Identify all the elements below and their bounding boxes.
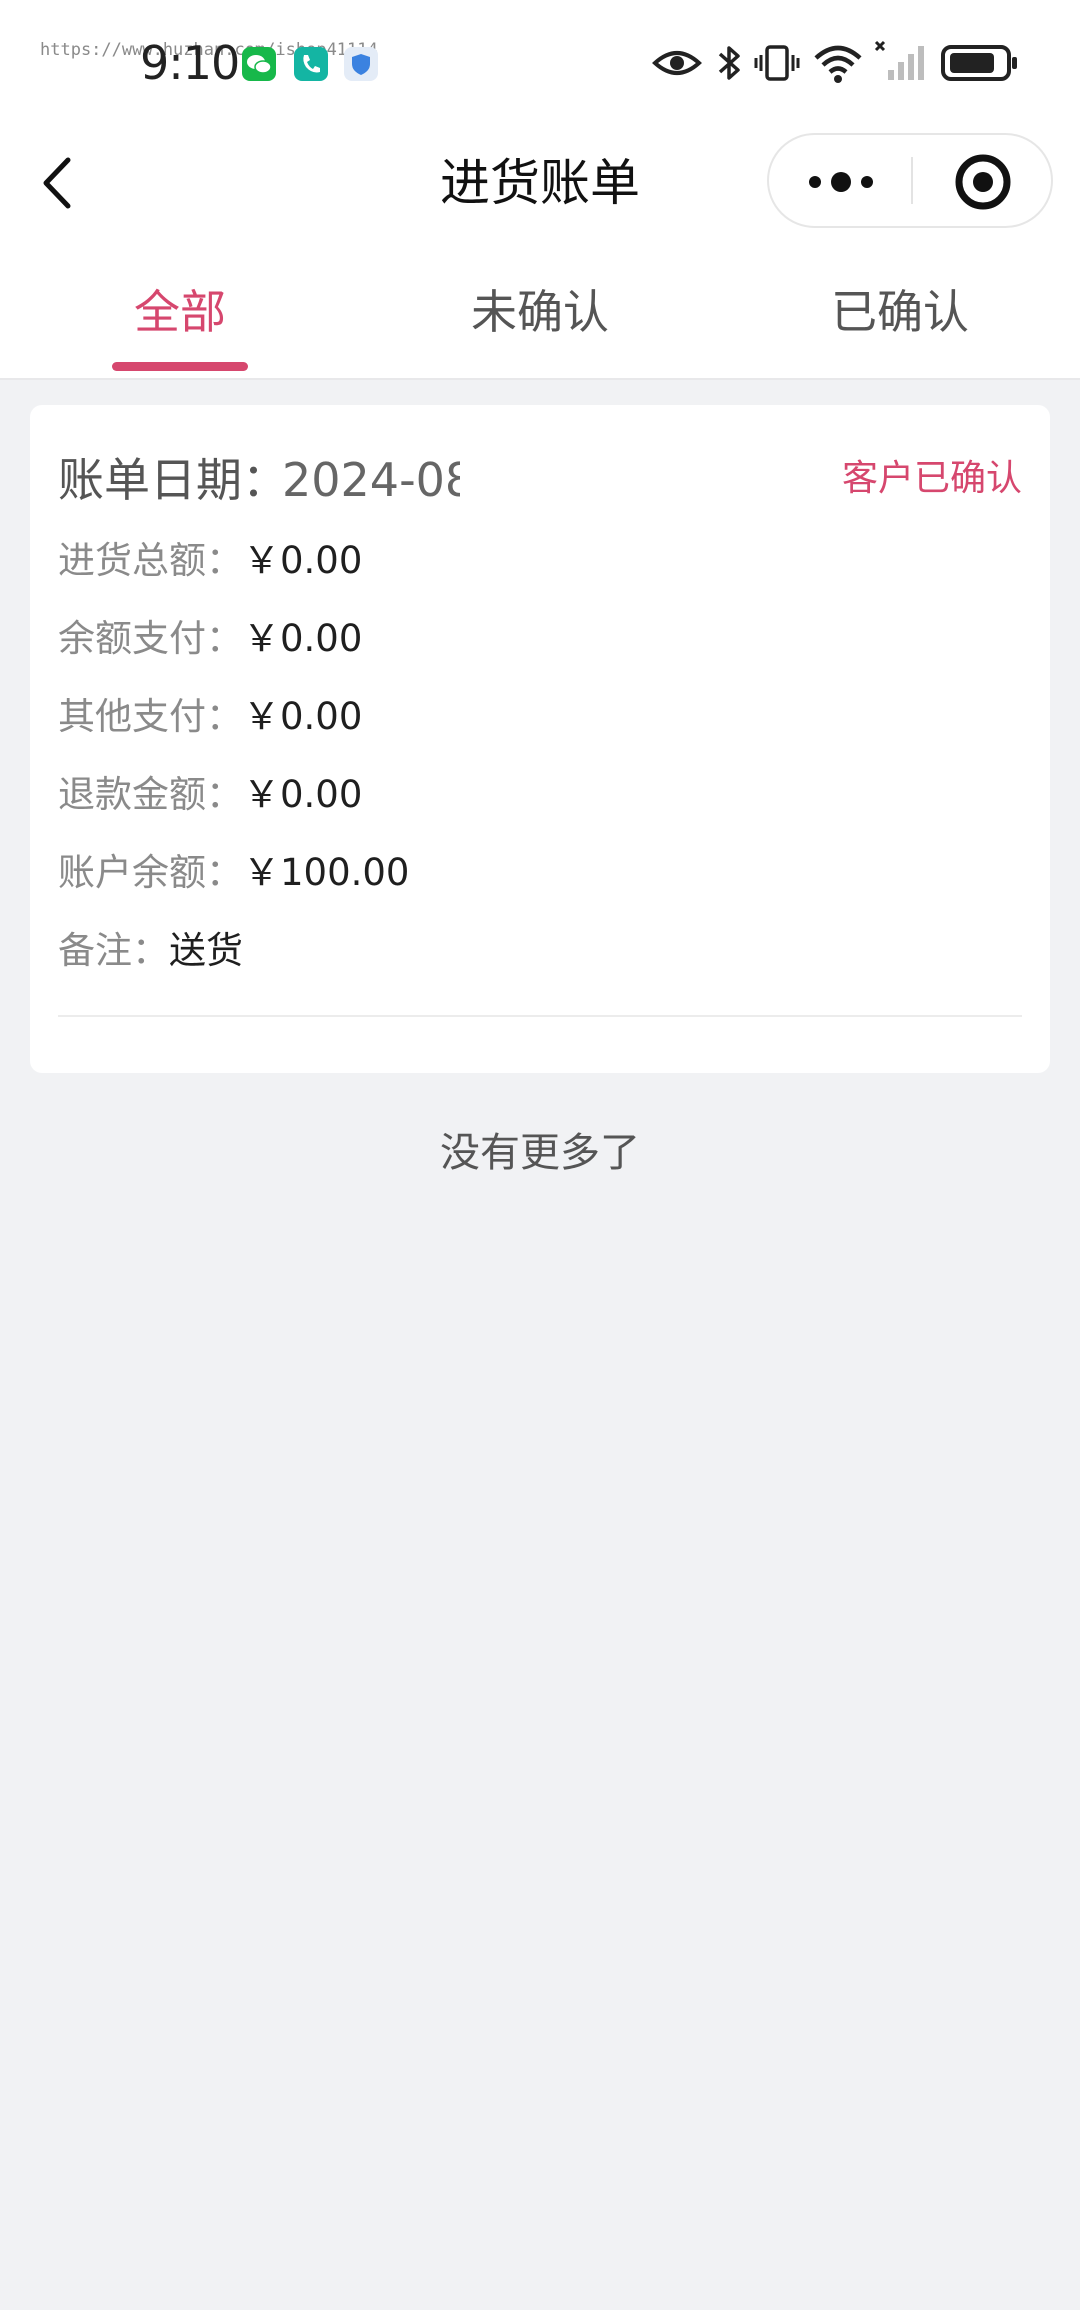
no-more-text: 没有更多了 bbox=[440, 1130, 640, 1176]
target-close-icon bbox=[955, 154, 1011, 210]
eye-icon bbox=[652, 38, 702, 88]
bill-card[interactable]: 账单日期： 2024-08- 客户已确认 进货总额：￥0.00 余额支付：￥0.… bbox=[30, 405, 1050, 1073]
field-account-balance: 账户余额：￥100.00 bbox=[58, 843, 409, 903]
field-purchase-total: 进货总额：￥0.00 bbox=[58, 531, 362, 591]
field-balance-payment: 余额支付：￥0.00 bbox=[58, 609, 362, 669]
field-label: 退款金额： bbox=[58, 773, 243, 816]
phone-icon bbox=[294, 47, 328, 81]
field-label: 备注： bbox=[58, 929, 169, 972]
more-button[interactable] bbox=[769, 135, 911, 226]
wifi-icon bbox=[812, 38, 864, 88]
wechat-icon bbox=[242, 47, 276, 81]
field-label: 进货总额： bbox=[58, 539, 243, 582]
field-refund-amount: 退款金额：￥0.00 bbox=[58, 765, 362, 825]
card-divider bbox=[58, 1015, 1022, 1017]
chevron-left-icon bbox=[43, 157, 71, 209]
status-bar: https://www.huzhan.com/ishop41114 9:10 bbox=[0, 0, 1080, 130]
signal-icon bbox=[872, 38, 928, 88]
field-value: 送货 bbox=[169, 929, 243, 972]
more-dots-icon bbox=[809, 172, 873, 192]
bill-date-label: 账单日期： bbox=[58, 453, 288, 507]
field-other-payment: 其他支付：￥0.00 bbox=[58, 687, 362, 747]
tab-bar: 全部 未确认 已确认 bbox=[0, 270, 1080, 376]
tab-all[interactable]: 全部 bbox=[0, 270, 360, 376]
field-value: ￥0.00 bbox=[243, 695, 363, 738]
header-area: https://www.huzhan.com/ishop41114 9:10 进… bbox=[0, 0, 1080, 380]
back-button[interactable] bbox=[30, 148, 90, 218]
field-label: 其他支付： bbox=[58, 695, 243, 738]
field-value: ￥0.00 bbox=[243, 773, 363, 816]
active-tab-indicator bbox=[112, 362, 248, 371]
shield-icon bbox=[344, 47, 378, 81]
field-remark: 备注：送货 bbox=[58, 921, 243, 981]
tab-unconfirmed[interactable]: 未确认 bbox=[360, 270, 720, 376]
vibrate-icon bbox=[752, 38, 802, 88]
status-time: 9:10 bbox=[140, 36, 240, 90]
close-mini-program-button[interactable] bbox=[913, 135, 1053, 226]
field-value: ￥0.00 bbox=[243, 617, 363, 660]
field-label: 余额支付： bbox=[58, 617, 243, 660]
field-label: 账户余额： bbox=[58, 851, 243, 894]
tab-confirmed[interactable]: 已确认 bbox=[720, 270, 1080, 376]
mini-program-capsule bbox=[767, 133, 1053, 228]
field-value: ￥0.00 bbox=[243, 539, 363, 582]
bill-date-value: 2024-08- bbox=[282, 453, 460, 507]
bluetooth-icon bbox=[714, 38, 744, 88]
battery-icon bbox=[940, 38, 1020, 88]
status-badge: 客户已确认 bbox=[841, 458, 1022, 499]
field-value: ￥100.00 bbox=[243, 851, 410, 894]
